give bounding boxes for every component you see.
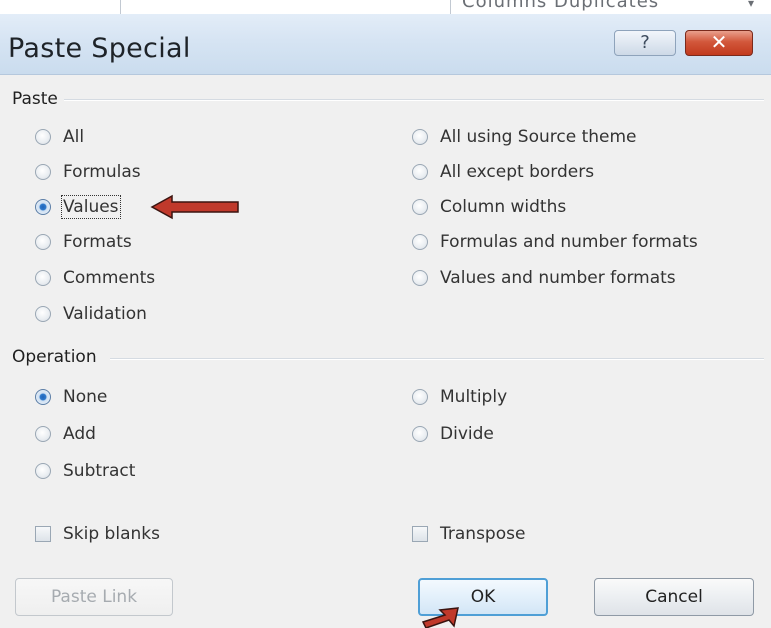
radio-button[interactable] xyxy=(35,270,51,286)
radio-label-none: None xyxy=(63,387,108,407)
radio-button-selected[interactable] xyxy=(35,199,51,215)
paste-group-label: Paste xyxy=(12,89,58,109)
radio-label-divide: Divide xyxy=(440,424,494,444)
ribbon-separator xyxy=(120,0,121,14)
radio-operation-add[interactable]: Add xyxy=(35,422,96,446)
radio-label-formulas: Formulas xyxy=(63,162,141,182)
background-ribbon-strip: Columns Duplicates ▾ xyxy=(0,0,771,15)
radio-button[interactable] xyxy=(412,426,428,442)
radio-button[interactable] xyxy=(412,270,428,286)
radio-paste-column-widths[interactable]: Column widths xyxy=(412,195,566,219)
radio-paste-all[interactable]: All xyxy=(35,125,84,149)
radio-button[interactable] xyxy=(35,129,51,145)
radio-paste-all-source-theme[interactable]: All using Source theme xyxy=(412,125,637,149)
radio-button[interactable] xyxy=(35,463,51,479)
radio-label-multiply: Multiply xyxy=(440,387,508,407)
radio-button[interactable] xyxy=(35,306,51,322)
radio-paste-comments[interactable]: Comments xyxy=(35,266,155,290)
radio-button[interactable] xyxy=(412,389,428,405)
radio-label-column-widths: Column widths xyxy=(440,197,567,217)
close-button[interactable]: ✕ xyxy=(685,30,753,56)
radio-label-formats: Formats xyxy=(63,232,132,252)
radio-paste-values-number-formats[interactable]: Values and number formats xyxy=(412,266,676,290)
radio-operation-multiply[interactable]: Multiply xyxy=(412,385,507,409)
radio-paste-all-except-borders[interactable]: All except borders xyxy=(412,160,594,184)
cancel-button[interactable]: Cancel xyxy=(594,578,754,616)
radio-label-values: Values xyxy=(61,195,121,219)
radio-label-comments: Comments xyxy=(63,268,156,288)
annotation-arrow-left-icon xyxy=(150,194,239,220)
radio-label-formulas-number-formats: Formulas and number formats xyxy=(440,232,698,252)
paste-link-button[interactable]: Paste Link xyxy=(15,578,173,616)
radio-label-values-number-formats: Values and number formats xyxy=(440,268,676,288)
ribbon-partial-text: Columns Duplicates xyxy=(462,0,660,12)
radio-button[interactable] xyxy=(412,164,428,180)
radio-button-selected[interactable] xyxy=(35,389,51,405)
checkbox[interactable] xyxy=(412,526,428,542)
radio-label-all-source-theme: All using Source theme xyxy=(440,127,637,147)
radio-paste-validation[interactable]: Validation xyxy=(35,302,147,326)
help-button[interactable]: ? xyxy=(614,30,676,56)
radio-paste-formulas-number-formats[interactable]: Formulas and number formats xyxy=(412,230,698,254)
annotation-arrow-up-icon xyxy=(421,607,459,628)
ribbon-separator xyxy=(450,0,451,14)
radio-label-all: All xyxy=(63,127,85,147)
radio-label-add: Add xyxy=(63,424,96,444)
help-icon: ? xyxy=(640,32,650,53)
checkbox-label-transpose: Transpose xyxy=(440,524,526,544)
checkbox-transpose[interactable]: Transpose xyxy=(412,522,525,546)
radio-operation-none[interactable]: None xyxy=(35,385,107,409)
chevron-down-icon: ▾ xyxy=(748,0,755,10)
radio-operation-divide[interactable]: Divide xyxy=(412,422,494,446)
radio-label-all-except-borders: All except borders xyxy=(440,162,595,182)
radio-paste-values[interactable]: Values xyxy=(35,195,121,219)
radio-button[interactable] xyxy=(35,164,51,180)
paste-group-divider xyxy=(64,99,764,101)
checkbox[interactable] xyxy=(35,526,51,542)
radio-button[interactable] xyxy=(412,199,428,215)
radio-paste-formats[interactable]: Formats xyxy=(35,230,132,254)
radio-operation-subtract[interactable]: Subtract xyxy=(35,459,135,483)
radio-label-validation: Validation xyxy=(63,304,147,324)
radio-button[interactable] xyxy=(35,426,51,442)
dialog-title-bar[interactable]: Paste Special ? ✕ xyxy=(0,14,771,75)
radio-button[interactable] xyxy=(412,129,428,145)
operation-group-label: Operation xyxy=(12,347,97,367)
radio-button[interactable] xyxy=(35,234,51,250)
checkbox-skip-blanks[interactable]: Skip blanks xyxy=(35,522,160,546)
checkbox-label-skip-blanks: Skip blanks xyxy=(63,524,160,544)
close-icon: ✕ xyxy=(710,30,728,54)
radio-button[interactable] xyxy=(412,234,428,250)
radio-paste-formulas[interactable]: Formulas xyxy=(35,160,141,184)
dialog-title: Paste Special xyxy=(8,33,191,64)
radio-label-subtract: Subtract xyxy=(63,461,136,481)
operation-group-divider xyxy=(110,358,764,360)
